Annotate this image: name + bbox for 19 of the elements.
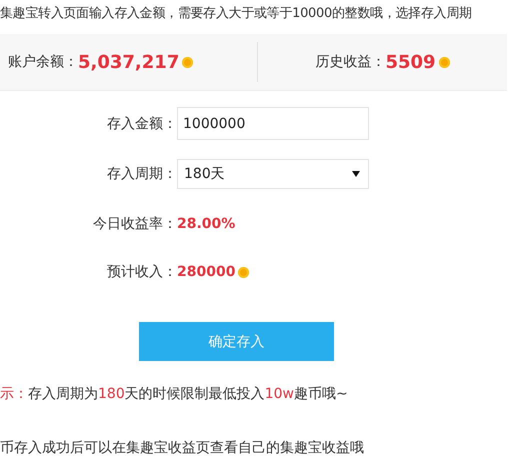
field-label: 存入金额： [106,114,177,132]
coin-icon [438,56,450,68]
stat-label: 历史收益： [315,53,386,71]
field-label: 预计收入： [106,263,177,281]
field-label: 存入周期： [106,165,177,183]
income-value: 280000 [177,264,236,280]
stat-label: 账户余额： [8,53,78,71]
amount-input[interactable]: 1000000 [177,107,369,140]
instruction-text: 集趣宝转入页面输入存入金额，需要存入大于或等于10000的整数哦，选择存入周期 [0,5,473,23]
period-dropdown[interactable]: 180天 [177,159,369,189]
stat-value: 5,037,217 [78,52,180,72]
coin-icon [182,56,194,68]
coin-icon [238,266,250,278]
tip-text: 示：存入周期为180天的时候限制最低投入10w趣币哦~ [0,385,349,403]
rate-value: 28.00% [177,216,236,232]
field-label: 今日收益率： [92,215,177,233]
caret-icon [352,171,360,177]
note-text: 币存入成功后可以在集趣宝收益页查看自己的集趣宝收益哦 [0,439,365,457]
stat-value: 5509 [385,52,436,72]
